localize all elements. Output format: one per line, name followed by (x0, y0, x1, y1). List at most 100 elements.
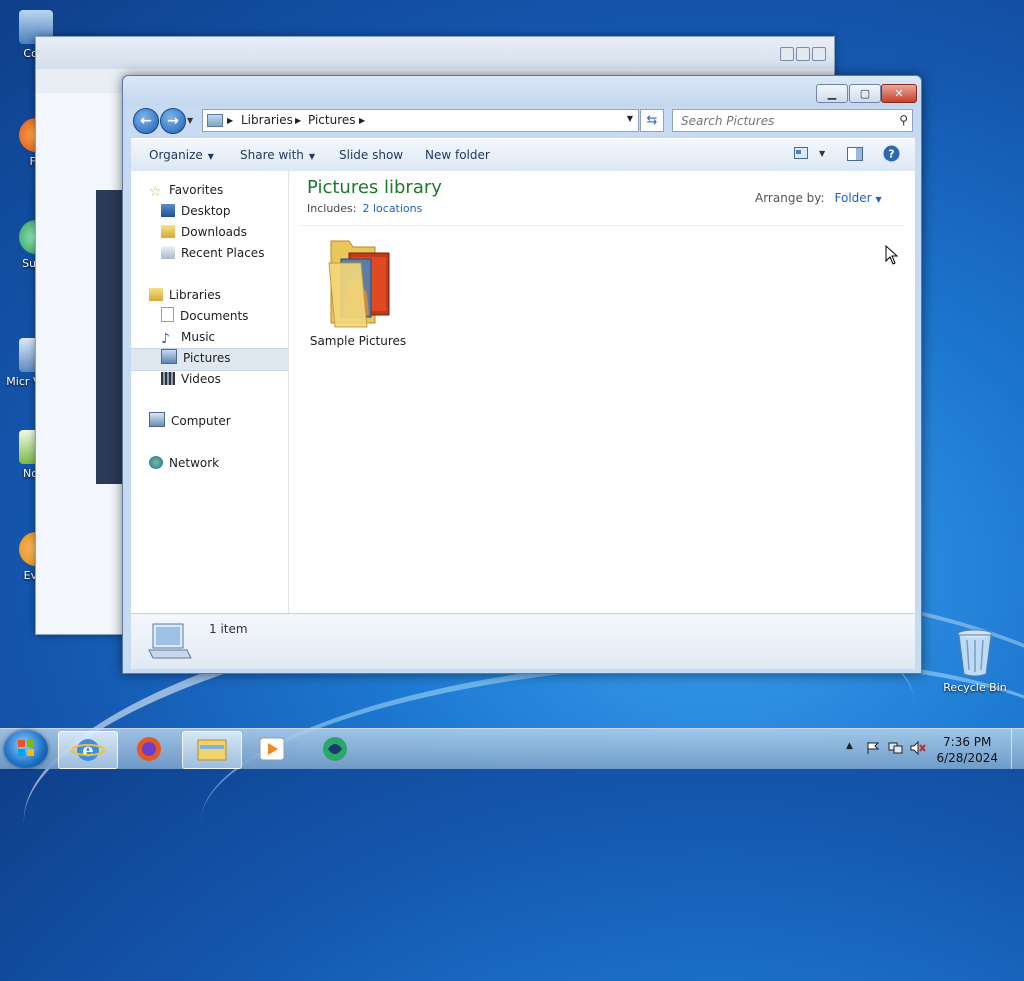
recent-pages-dropdown[interactable]: ▼ (187, 116, 193, 125)
explorer-window[interactable]: ▁ ▢ ✕ ← → ▼ ▶ Libraries ▶ Pictures ▶ ▼ ⇆… (122, 75, 922, 674)
minimize-icon[interactable] (780, 47, 794, 61)
library-icon (207, 114, 223, 127)
background-window-controls (780, 47, 826, 61)
organize-button[interactable]: Organize ▼ (149, 148, 214, 162)
search-icon[interactable]: ⚲ (899, 113, 908, 127)
library-locations-link[interactable]: 2 locations (362, 202, 422, 215)
downloads-folder-icon (161, 225, 175, 238)
show-hidden-icons-button[interactable]: ▲ (846, 741, 853, 751)
share-with-label: Share with (240, 148, 304, 162)
library-title: Pictures library (307, 177, 442, 198)
desktop-icon-recycle-bin[interactable]: Recycle Bin (939, 628, 1011, 694)
folder-item[interactable]: Sample Pictures (303, 233, 413, 348)
nav-favorites[interactable]: ☆ Favorites (149, 180, 223, 200)
taskbar-firefox[interactable] (120, 731, 178, 767)
new-folder-button[interactable]: New folder (425, 148, 490, 162)
svg-text:e: e (82, 740, 93, 761)
nav-libraries[interactable]: Libraries (149, 285, 221, 305)
taskbar-windows-explorer[interactable] (182, 731, 242, 769)
maximize-button[interactable]: ▢ (849, 84, 881, 103)
arrange-by-dropdown[interactable]: Folder ▼ (835, 191, 882, 205)
nav-pictures[interactable]: Pictures (161, 348, 231, 368)
breadcrumb-chevron-icon[interactable]: ▶ (227, 116, 233, 125)
library-icon (148, 623, 192, 659)
nav-desktop[interactable]: Desktop (161, 201, 231, 221)
close-icon: ✕ (894, 87, 904, 100)
start-button[interactable] (4, 730, 48, 768)
forward-button[interactable]: → (160, 108, 186, 134)
taskbar-app[interactable] (306, 731, 364, 767)
nav-documents[interactable]: Documents (161, 306, 248, 326)
windows-logo-icon (18, 740, 34, 756)
refresh-button[interactable]: ⇆ (640, 109, 664, 132)
clock-date: 6/28/2024 (936, 751, 998, 765)
nav-label: Libraries (169, 288, 221, 302)
command-bar: Organize ▼ Share with ▼ Slide show New fol… (131, 138, 915, 172)
network-status-icon[interactable] (888, 741, 904, 755)
breadcrumb-chevron-icon[interactable]: ▶ (295, 116, 301, 125)
recycle-bin-label: Recycle Bin (943, 681, 1007, 694)
nav-label: Computer (171, 414, 231, 428)
nav-label: Desktop (181, 204, 231, 218)
slide-show-button[interactable]: Slide show (339, 148, 403, 162)
search-input[interactable] (679, 112, 883, 130)
chevron-down-icon: ▼ (875, 195, 882, 204)
minimize-icon: ▁ (827, 87, 837, 100)
documents-icon (161, 307, 174, 322)
preview-pane-icon (847, 147, 863, 161)
help-button[interactable]: ? (883, 145, 900, 165)
details-pane: 1 item (131, 613, 915, 669)
taskbar-media-player[interactable] (244, 731, 302, 767)
close-button[interactable]: ✕ (881, 84, 917, 103)
desktop-icon (161, 204, 175, 217)
minimize-button[interactable]: ▁ (816, 84, 848, 103)
organize-label: Organize (149, 148, 203, 162)
nav-downloads[interactable]: Downloads (161, 222, 247, 242)
action-center-flag-icon[interactable] (866, 741, 880, 755)
nav-label: Favorites (169, 183, 224, 197)
svg-text:?: ? (888, 148, 894, 161)
nav-label: Videos (181, 372, 221, 386)
nav-recent-places[interactable]: Recent Places (161, 243, 264, 263)
nav-label: Downloads (181, 225, 247, 239)
includes-label: Includes: (307, 202, 357, 215)
breadcrumb-pictures[interactable]: Pictures (308, 113, 356, 127)
nav-network[interactable]: Network (149, 453, 219, 473)
network-icon (149, 456, 163, 469)
back-button[interactable]: ← (133, 108, 159, 134)
address-dropdown-icon[interactable]: ▼ (627, 114, 633, 123)
clock[interactable]: 7:36 PM 6/28/2024 (936, 734, 998, 766)
search-box[interactable]: ⚲ (672, 109, 913, 132)
nav-music[interactable]: ♪ Music (161, 327, 215, 347)
nav-videos[interactable]: Videos (161, 369, 221, 389)
arrow-right-icon: → (167, 113, 179, 129)
app-icon (323, 737, 347, 761)
media-player-icon (259, 737, 285, 761)
show-desktop-button[interactable] (1011, 729, 1024, 769)
view-options-dropdown[interactable]: ▼ (819, 149, 825, 158)
internet-explorer-icon: e (71, 739, 105, 761)
taskbar: e ▲ 7:36 PM 6/28/2024 (0, 728, 1024, 769)
change-view-button[interactable] (794, 147, 808, 162)
chevron-down-icon: ▼ (308, 152, 316, 161)
maximize-icon[interactable] (796, 47, 810, 61)
maximize-icon: ▢ (859, 87, 871, 100)
help-icon: ? (883, 145, 900, 162)
address-bar[interactable]: ▶ Libraries ▶ Pictures ▶ ▼ (202, 109, 639, 132)
arrange-label: Arrange by: (755, 191, 825, 205)
breadcrumb-chevron-icon[interactable]: ▶ (359, 116, 365, 125)
taskbar-internet-explorer[interactable]: e (58, 731, 118, 769)
clock-time: 7:36 PM (943, 735, 992, 749)
preview-pane-button[interactable] (847, 147, 863, 164)
background-window-titlebar[interactable] (36, 37, 834, 69)
share-with-button[interactable]: Share with ▼ (240, 148, 315, 162)
explorer-titlebar[interactable] (123, 76, 921, 106)
folder-item-label: Sample Pictures (309, 334, 407, 348)
volume-muted-icon[interactable] (910, 741, 926, 755)
view-icon (794, 147, 808, 159)
arrange-by: Arrange by: Folder ▼ (755, 191, 882, 205)
breadcrumb-libraries[interactable]: Libraries (241, 113, 293, 127)
close-icon[interactable] (812, 47, 826, 61)
file-list-pane: Pictures library Includes: 2 locations Ar… (289, 171, 915, 613)
nav-computer[interactable]: Computer (149, 411, 231, 431)
